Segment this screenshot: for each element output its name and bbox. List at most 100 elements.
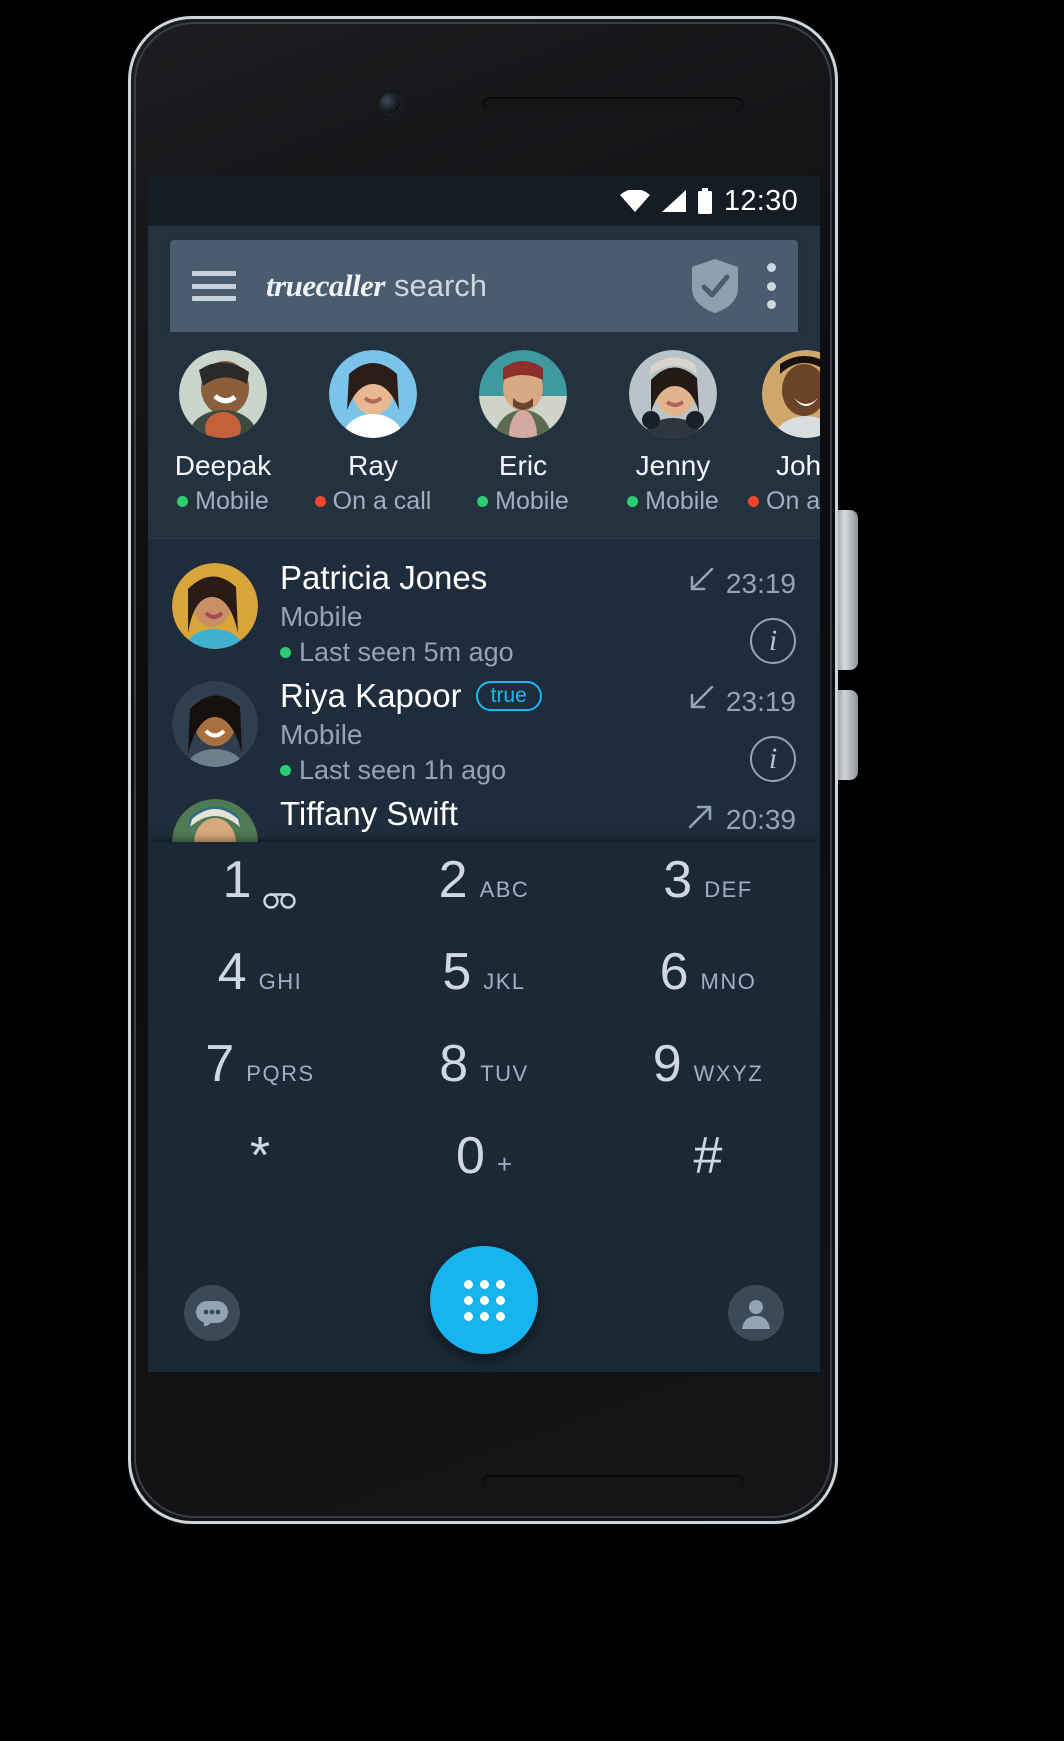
- dial-key-letters: JKL: [483, 969, 526, 994]
- caller-name-row: Tiffany Swift: [280, 795, 686, 833]
- dial-key-digit: 0: [455, 1127, 485, 1185]
- status-dot-icon: [477, 496, 489, 507]
- call-timestamp: 23:19: [725, 685, 796, 717]
- dial-key-letters: MNO: [700, 969, 757, 994]
- volume-button[interactable]: [836, 510, 858, 670]
- dial-key-digit: #: [693, 1127, 723, 1185]
- voicemail-icon: [263, 890, 297, 910]
- status-dot-icon: [177, 496, 189, 507]
- caller-name: Riya Kapoor: [280, 677, 462, 714]
- call-log-list[interactable]: Patricia Jones Mobile Last seen 5m ago 2…: [148, 538, 820, 893]
- favourite-status: Mobile: [477, 487, 569, 516]
- dial-key-digit: 5: [442, 943, 472, 1001]
- dialpad-fab-button[interactable]: [430, 1246, 538, 1354]
- dial-key-digit: 9: [652, 1035, 682, 1093]
- person-icon[interactable]: [728, 1285, 784, 1341]
- dialpad-keys[interactable]: 1 2 ABC 3 DEF 4 GHI 5 JKL 6 MNO 7 PQRS 8…: [148, 842, 820, 1222]
- dialpad-sheet[interactable]: 1 2 ABC 3 DEF 4 GHI 5 JKL 6 MNO 7 PQRS 8…: [148, 842, 820, 1372]
- status-bar: 12:30: [148, 176, 820, 226]
- avatar: [629, 350, 717, 438]
- call-info: Patricia Jones Mobile Last seen 5m ago: [280, 559, 686, 668]
- dial-key-3[interactable]: 3 DEF: [596, 854, 820, 946]
- call-info: Riya Kapoor true Mobile Last seen 1h ago: [280, 677, 686, 786]
- call-meta: 23:19 i: [686, 677, 796, 782]
- dial-key-4[interactable]: 4 GHI: [148, 946, 372, 1038]
- call-timestamp: 23:19: [725, 567, 796, 599]
- avatar: [172, 681, 258, 767]
- favourite-contact-ray[interactable]: Ray On a call: [298, 350, 448, 516]
- dial-key-digit: 1: [222, 851, 252, 909]
- call-log-row[interactable]: Riya Kapoor true Mobile Last seen 1h ago: [148, 657, 820, 785]
- caller-name: Patricia Jones: [280, 559, 488, 596]
- call-time-row: 23:19: [686, 683, 796, 720]
- caller-name: Tiffany Swift: [280, 795, 458, 832]
- dial-key-letters: WXYZ: [693, 1061, 764, 1086]
- wifi-icon: [619, 190, 650, 212]
- search-placeholder[interactable]: truecaller search: [266, 268, 690, 304]
- status-dot-icon: [627, 496, 639, 507]
- dial-key-9[interactable]: 9 WXYZ: [596, 1038, 820, 1130]
- avatar: [479, 350, 567, 438]
- favourite-status-label: On a call: [332, 487, 432, 515]
- dial-key-letters: TUV: [480, 1061, 529, 1086]
- dial-key-digit: 3: [663, 851, 693, 909]
- signal-icon: [660, 190, 686, 212]
- incoming-call-arrow-icon: [686, 565, 716, 602]
- dial-key-8[interactable]: 8 TUV: [372, 1038, 596, 1130]
- favourite-contact-eric[interactable]: Eric Mobile: [448, 350, 598, 516]
- favourite-status-label: Mobile: [495, 487, 569, 515]
- status-dot-icon: [314, 496, 326, 507]
- status-dot-icon: [748, 496, 759, 507]
- power-button[interactable]: [836, 690, 858, 780]
- avatar: [329, 350, 417, 438]
- favourite-contact-deepak[interactable]: Deepak Mobile: [148, 350, 298, 516]
- call-time-row: 20:39: [686, 801, 796, 838]
- status-bar-time: 12:30: [723, 184, 798, 217]
- call-log-row[interactable]: Patricia Jones Mobile Last seen 5m ago 2…: [148, 539, 820, 667]
- dial-key-letters: DEF: [704, 877, 753, 902]
- caller-number-type: Mobile: [280, 600, 363, 632]
- dial-key-0[interactable]: 0 +: [372, 1130, 596, 1222]
- favourite-name: Eric: [498, 450, 548, 481]
- dial-key-6[interactable]: 6 MNO: [596, 946, 820, 1038]
- dial-key-2[interactable]: 2 ABC: [372, 854, 596, 946]
- dial-key-digit: 7: [205, 1035, 235, 1093]
- truecaller-logo-text: truecaller: [266, 268, 386, 303]
- dial-key-digit: 4: [217, 943, 247, 1001]
- caller-name-row: Riya Kapoor true: [280, 677, 686, 715]
- call-info: Tiffany Swift: [280, 795, 686, 833]
- dial-key-7[interactable]: 7 PQRS: [148, 1038, 372, 1130]
- avatar: [172, 563, 258, 649]
- favourite-name: Jenny: [635, 450, 711, 481]
- caller-name-row: Patricia Jones: [280, 559, 686, 597]
- favourite-status: Mobile: [177, 487, 269, 516]
- shield-check-icon[interactable]: [690, 258, 740, 314]
- phone-screen: 12:30 truecaller search Deepak Mobile Ra…: [148, 176, 820, 1372]
- dial-key-digit: 6: [659, 943, 689, 1001]
- favourite-status: Mobile: [627, 487, 719, 516]
- favourites-strip[interactable]: Deepak Mobile Ray On a call Eric Mobile …: [148, 332, 820, 538]
- search-bar[interactable]: truecaller search: [170, 240, 798, 332]
- dial-key-star[interactable]: *: [148, 1130, 372, 1222]
- call-meta: 23:19 i: [686, 559, 796, 664]
- dial-key-5[interactable]: 5 JKL: [372, 946, 596, 1038]
- favourite-status: On a call: [314, 487, 432, 516]
- favourite-status: On a call: [748, 487, 820, 516]
- favourite-contact-john[interactable]: John On a call: [748, 350, 820, 516]
- outgoing-call-arrow-icon: [686, 801, 716, 838]
- dial-key-hash[interactable]: #: [596, 1130, 820, 1222]
- favourite-contact-jenny[interactable]: Jenny Mobile: [598, 350, 748, 516]
- kebab-menu-icon[interactable]: [766, 263, 776, 309]
- incoming-call-arrow-icon: [686, 683, 716, 720]
- dial-key-digit: 2: [438, 851, 468, 909]
- favourite-name: Ray: [348, 450, 398, 481]
- search-label: search: [394, 268, 488, 303]
- chat-bubble-icon[interactable]: [184, 1285, 240, 1341]
- avatar: [179, 350, 267, 438]
- favourite-status-label: On a call: [766, 487, 820, 515]
- dial-key-letters: GHI: [258, 969, 303, 994]
- dial-key-letters: PQRS: [246, 1061, 315, 1086]
- screenshot-stage: 12:30 truecaller search Deepak Mobile Ra…: [0, 0, 1064, 1741]
- dial-key-1[interactable]: 1: [148, 854, 372, 946]
- hamburger-menu-icon[interactable]: [192, 271, 236, 301]
